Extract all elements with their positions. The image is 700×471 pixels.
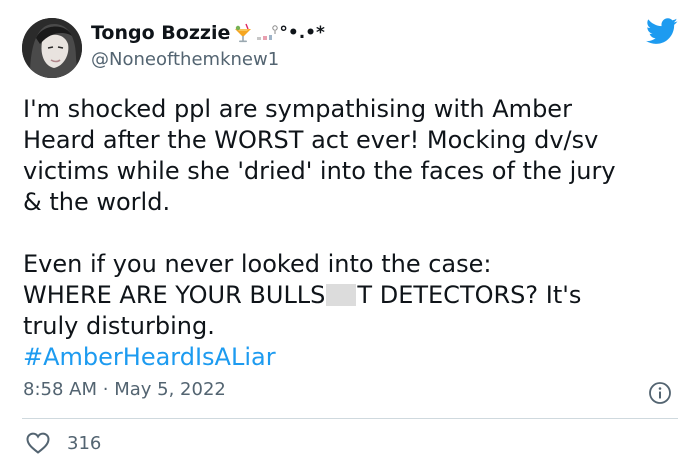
censored-text-before: WHERE ARE YOUR BULLS [23, 281, 326, 309]
tweet-line: Even if you never looked into the case: [23, 250, 492, 278]
tweet-line: truly disturbing. [23, 312, 215, 340]
tweet-card: Tongo Bozzie °•.•* @Noneofthemknew1 I'm … [0, 0, 700, 471]
tweet-text: I'm shocked ppl are sympathising with Am… [23, 94, 673, 373]
display-name[interactable]: Tongo Bozzie [91, 22, 230, 44]
tweet-line: Heard after the WORST act ever! Mocking … [23, 126, 599, 154]
user-name-row[interactable]: Tongo Bozzie °•.•* [91, 22, 325, 44]
info-circle-icon[interactable] [648, 381, 672, 405]
like-count: 316 [67, 432, 102, 454]
twitter-bird-icon[interactable] [646, 18, 678, 46]
like-button[interactable]: 316 [25, 431, 101, 455]
tweet-time[interactable]: 8:58 AM [23, 379, 97, 400]
tweet-line: victims while she 'dried' into the faces… [23, 157, 616, 185]
timestamp[interactable]: 8:58 AM · May 5, 2022 [23, 379, 226, 400]
heart-outline-icon[interactable] [25, 431, 51, 455]
tropical-drink-emoji [233, 22, 253, 44]
censored-text-after: T DETECTORS? It's [357, 281, 582, 309]
sparkle-deco-icon [256, 22, 279, 44]
name-decoration: °•.•* [279, 23, 325, 43]
profile-photo [22, 18, 82, 78]
tweet-line: I'm shocked ppl are sympathising with Am… [23, 95, 572, 123]
tweet-date[interactable]: May 5, 2022 [114, 379, 226, 400]
tweet-line: & the world. [23, 188, 171, 216]
censor-box [326, 284, 357, 306]
divider [22, 418, 678, 419]
user-handle[interactable]: @Noneofthemknew1 [91, 49, 279, 70]
tweet-line-censored: WHERE ARE YOUR BULLS T DETECTORS? It's [23, 280, 673, 311]
paragraph-break [23, 218, 673, 249]
hashtag-link[interactable]: #AmberHeardIsALiar [23, 343, 276, 371]
avatar[interactable] [22, 18, 82, 78]
meta-separator: · [102, 379, 109, 400]
